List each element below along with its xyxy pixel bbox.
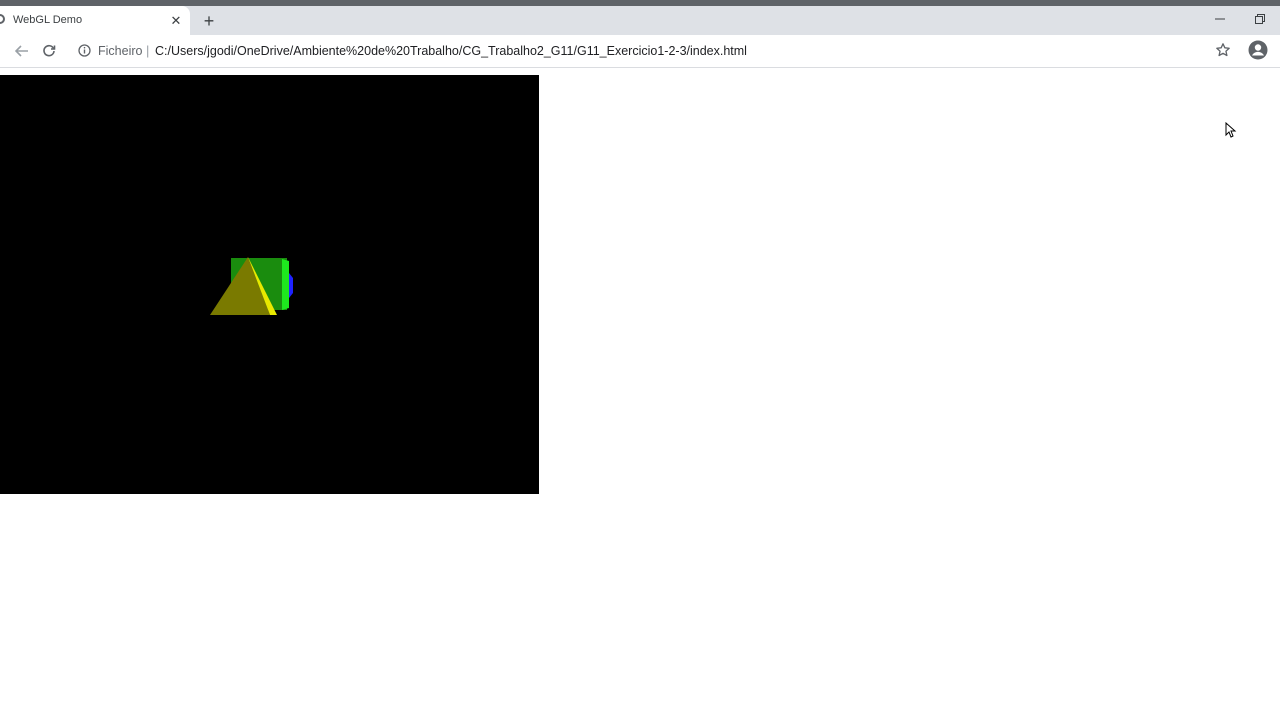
close-tab-icon[interactable]: ✕ xyxy=(168,13,184,29)
url-separator: | xyxy=(146,43,150,58)
browser-toolbar: Ficheiro | C:/Users/jgodi/OneDrive/Ambie… xyxy=(0,35,1280,68)
scheme-label: Ficheiro xyxy=(98,44,143,58)
arrow-left-icon xyxy=(15,45,28,57)
address-bar[interactable]: Ficheiro | C:/Users/jgodi/OneDrive/Ambie… xyxy=(72,38,1240,64)
restore-icon[interactable] xyxy=(1240,6,1280,32)
webgl-canvas[interactable] xyxy=(0,75,539,494)
tab-strip: WebGL Demo ✕ + xyxy=(0,6,1280,35)
tab-webgl-demo[interactable]: WebGL Demo ✕ xyxy=(0,6,190,35)
back-button[interactable] xyxy=(11,40,33,62)
cube-side-face xyxy=(282,259,289,310)
info-icon[interactable] xyxy=(78,44,91,57)
reload-icon xyxy=(43,44,56,57)
star-icon[interactable] xyxy=(1215,42,1231,58)
globe-icon xyxy=(0,14,5,24)
minimize-icon[interactable] xyxy=(1200,6,1240,32)
profile-icon[interactable] xyxy=(1248,40,1268,60)
mouse-cursor-icon xyxy=(1225,122,1237,138)
url-text[interactable]: C:/Users/jgodi/OneDrive/Ambiente%20de%20… xyxy=(155,44,747,58)
reload-button[interactable] xyxy=(38,40,60,62)
new-tab-button[interactable]: + xyxy=(200,11,218,31)
tab-title: WebGL Demo xyxy=(13,14,83,26)
window-controls xyxy=(1200,6,1280,35)
